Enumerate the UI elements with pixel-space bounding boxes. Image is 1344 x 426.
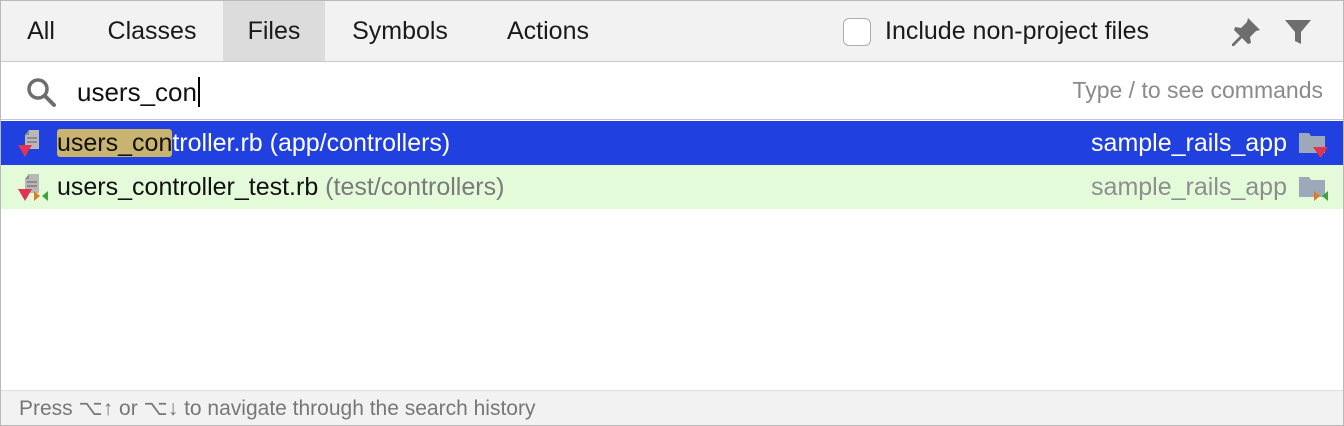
result-row-users-controller[interactable]: users_controller.rb (app/controllers) sa…	[1, 121, 1343, 165]
search-row: users_con Type / to see commands	[1, 62, 1343, 120]
search-input[interactable]: users_con	[77, 70, 200, 114]
file-path: (app/controllers)	[262, 129, 451, 157]
module-folder-icon	[1299, 133, 1328, 158]
tab-actions[interactable]: Actions	[475, 1, 621, 61]
ruby-test-file-icon	[18, 174, 48, 201]
module-name: sample_rails_app	[1091, 129, 1287, 157]
result-row-users-controller-test[interactable]: users_controller_test.rb (test/controlle…	[1, 165, 1343, 209]
tab-files[interactable]: Files	[223, 1, 325, 61]
ruby-file-icon	[18, 130, 39, 157]
text-caret	[197, 77, 200, 108]
search-icon	[27, 78, 56, 107]
tab-bar: All Classes Files Symbols Actions Includ…	[1, 1, 1343, 62]
search-hint: Type / to see commands	[1072, 77, 1323, 103]
tab-classes[interactable]: Classes	[81, 1, 223, 61]
include-non-project-label[interactable]: Include non-project files	[885, 1, 1149, 61]
module-folder-icon	[1299, 177, 1328, 201]
search-input-value: users_con	[77, 77, 197, 107]
module-name: sample_rails_app	[1091, 173, 1287, 201]
file-name-rest: troller.rb	[172, 129, 263, 157]
tab-all[interactable]: All	[1, 1, 81, 61]
footer-hint: Press ⌥↑ or ⌥↓ to navigate through the s…	[19, 397, 536, 420]
file-name: users_controller_test.rb	[57, 173, 319, 201]
file-path: (test/controllers)	[318, 173, 505, 201]
match-highlight: users_con	[57, 129, 173, 157]
filter-icon[interactable]	[1283, 17, 1313, 47]
include-non-project-checkbox[interactable]	[843, 18, 871, 46]
results-list: users_controller.rb (app/controllers) sa…	[1, 121, 1343, 389]
tab-symbols[interactable]: Symbols	[325, 1, 475, 61]
pin-icon[interactable]	[1229, 15, 1263, 49]
result-file-name: users_controller.rb (app/controllers)	[57, 121, 450, 165]
search-everywhere-popup: All Classes Files Symbols Actions Includ…	[0, 0, 1344, 426]
result-file-name: users_controller_test.rb (test/controlle…	[57, 165, 504, 209]
footer: Press ⌥↑ or ⌥↓ to navigate through the s…	[1, 390, 1343, 425]
